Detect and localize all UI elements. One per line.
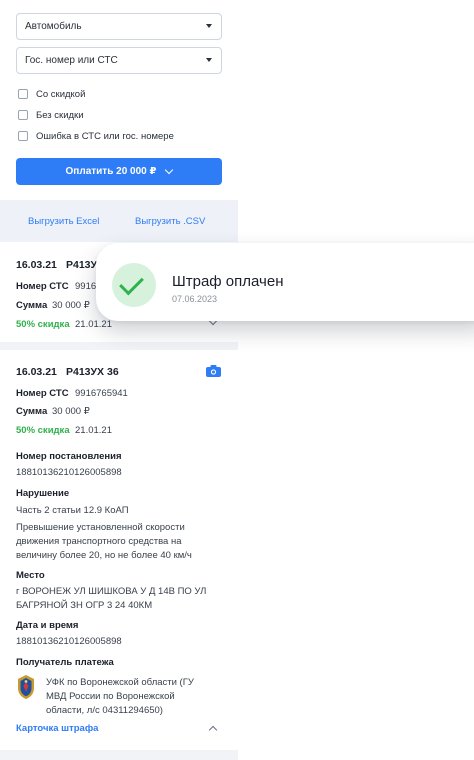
caret-down-icon xyxy=(206,58,212,62)
card2-sts-label: Номер СТС xyxy=(16,388,69,399)
recipient-text: УФК по Воронежской области (ГУ xyxy=(46,677,194,688)
card2-sum-value: 30 000 ₽ xyxy=(52,406,90,417)
checkbox-label: Без скидки xyxy=(36,109,84,121)
card2-discount: 50% скидка xyxy=(16,425,70,436)
violation-text: движения транспортного средства на xyxy=(16,536,182,547)
export-csv-link[interactable]: Выгрузить .CSV xyxy=(135,216,205,227)
card1-sts-value: 9916 xyxy=(75,281,97,292)
number-select[interactable]: Гос. номер или СТС xyxy=(16,47,222,74)
recipient-text: области, л/с 04311294650) xyxy=(46,705,163,716)
violation-text: величину более 20, но не более 40 км/ч xyxy=(16,550,192,561)
fine-card-link[interactable]: Карточка штрафа xyxy=(16,723,98,734)
vehicle-select[interactable]: Автомобиль xyxy=(16,13,222,40)
card1-sts-label: Номер СТС xyxy=(16,281,69,292)
pay-button-label: Оплатить 20 000 ₽ xyxy=(65,166,157,177)
card1-sum-value: 30 000 ₽ xyxy=(52,300,90,311)
card-divider xyxy=(0,750,238,760)
card-divider xyxy=(0,342,238,350)
card2-date: 16.03.21 xyxy=(16,366,57,378)
violation-label: Нарушение xyxy=(16,488,70,499)
collapse-chevron-icon[interactable] xyxy=(208,725,218,735)
vehicle-select-value: Автомобиль xyxy=(25,21,82,32)
checkbox-box[interactable] xyxy=(18,89,28,99)
violation-article: Часть 2 статьи 12.9 КоАП xyxy=(16,505,129,516)
camera-icon[interactable] xyxy=(206,365,221,377)
recipient-text: МВД России по Воронежской xyxy=(46,691,175,702)
card2-discount-date: 21.01.21 xyxy=(75,425,112,436)
check-icon xyxy=(119,270,144,296)
checkbox-without-discount[interactable]: Без скидки xyxy=(18,109,84,121)
toast-date: 07.06.2023 xyxy=(172,294,218,304)
datetime-label: Дата и время xyxy=(16,620,79,631)
card1-date: 16.03.21 xyxy=(16,259,57,271)
datetime-value: 18810136210126005898 xyxy=(16,636,122,647)
card1-discount: 50% скидка xyxy=(16,319,70,330)
mvd-emblem-icon xyxy=(18,675,34,699)
place-text: г ВОРОНЕЖ УЛ ШИШКОВА У Д 14В ПО УЛ xyxy=(16,586,207,597)
card1-sum-label: Сумма xyxy=(16,300,48,311)
checkbox-label: Со скидкой xyxy=(36,88,86,100)
card1-discount-date: 21.01.21 xyxy=(75,319,112,330)
resolution-value: 18810136210126005898 xyxy=(16,467,122,478)
caret-down-icon xyxy=(206,24,212,28)
checkbox-with-discount[interactable]: Со скидкой xyxy=(18,88,85,100)
toast-title: Штраф оплачен xyxy=(172,273,284,290)
number-select-value: Гос. номер или СТС xyxy=(25,55,118,66)
export-bar: Выгрузить Excel Выгрузить .CSV xyxy=(0,200,238,242)
success-toast: Штраф оплачен 07.06.2023 xyxy=(96,243,474,321)
fines-panel: Автомобиль Гос. номер или СТС Со скидкой… xyxy=(0,0,238,760)
card2-sum-label: Сумма xyxy=(16,406,48,417)
card2-plate: Р413УХ 36 xyxy=(66,366,119,378)
checkbox-sts-error[interactable]: Ошибка в СТС или гос. номере xyxy=(18,130,174,142)
violation-text: Превышение установленной скорости xyxy=(16,522,185,533)
checkbox-label: Ошибка в СТС или гос. номере xyxy=(36,130,174,142)
card2-sts-value: 9916765941 xyxy=(75,388,128,399)
checkbox-box[interactable] xyxy=(18,131,28,141)
recipient-label: Получатель платежа xyxy=(16,657,114,668)
checkbox-box[interactable] xyxy=(18,110,28,120)
place-text: БАГРЯНОЙ ЗН ОГР 3 24 40КМ xyxy=(16,600,153,611)
place-label: Место xyxy=(16,570,45,581)
pay-button[interactable]: Оплатить 20 000 ₽ xyxy=(16,158,222,185)
success-circle xyxy=(112,263,156,307)
resolution-label: Номер постановления xyxy=(16,451,122,462)
chevron-down-icon xyxy=(165,165,174,175)
export-excel-link[interactable]: Выгрузить Excel xyxy=(28,216,99,227)
